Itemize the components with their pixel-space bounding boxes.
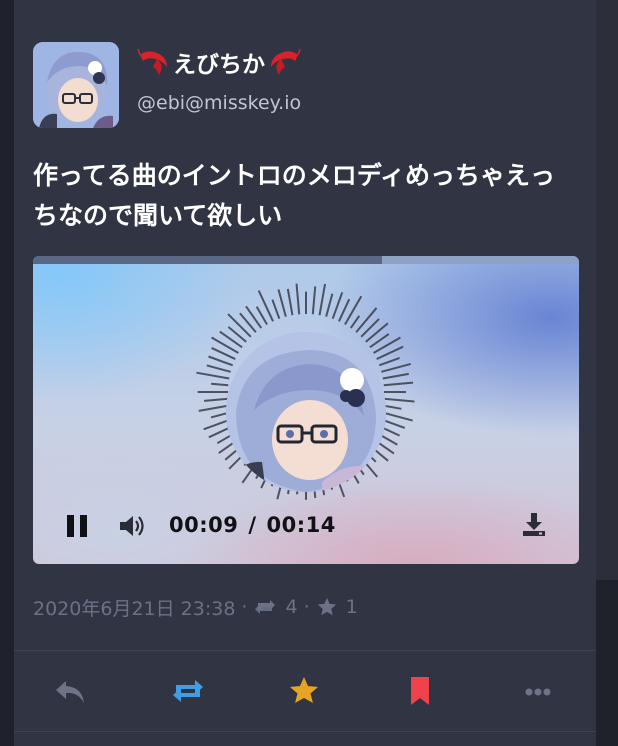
post-meta: 2020年6月21日 23:38 · 4 · 1 xyxy=(33,592,358,622)
visualizer-bar xyxy=(344,295,363,325)
visualizer-bar xyxy=(383,381,414,387)
visualizer-bar xyxy=(355,307,378,333)
visualizer-bar xyxy=(311,286,317,315)
duration: 00:14 xyxy=(266,513,336,537)
display-name-text: えびちか xyxy=(173,52,265,78)
display-name[interactable]: えびちか xyxy=(137,45,301,79)
action-bar xyxy=(14,651,596,731)
more-icon[interactable] xyxy=(520,675,556,707)
pause-icon[interactable] xyxy=(63,512,91,540)
visualizer-bar xyxy=(196,371,230,380)
playback-time: 00:09 / 00:14 xyxy=(169,513,336,537)
visualizer-bar xyxy=(206,364,231,373)
renote-count: 4 xyxy=(285,596,298,618)
visualizer-bar xyxy=(365,322,389,343)
avatar[interactable] xyxy=(33,42,119,128)
visualizer-bar xyxy=(331,291,344,320)
progress-fill xyxy=(33,256,383,264)
visualizer-bar xyxy=(378,356,400,367)
shrimp-emoji-icon xyxy=(271,48,301,75)
star-icon xyxy=(317,597,336,616)
bookmark-icon[interactable] xyxy=(402,675,438,707)
timestamp[interactable]: 2020年6月21日 23:38 xyxy=(33,594,235,621)
favorite-star-icon[interactable] xyxy=(286,675,322,707)
visualizer-bar xyxy=(295,283,301,315)
album-art xyxy=(226,332,386,492)
post-text: 作ってる曲のイントロのメロディめっちゃえっちなので聞いて欲しい xyxy=(33,161,556,230)
progress-bar[interactable] xyxy=(33,256,579,264)
visualizer-bar xyxy=(318,283,327,316)
player-controls: 00:09 / 00:14 xyxy=(33,504,579,544)
right-strip xyxy=(596,0,618,580)
renote-icon xyxy=(255,600,276,614)
visualizer-bar xyxy=(208,355,234,367)
reply-icon[interactable] xyxy=(52,675,88,707)
current-time: 00:09 xyxy=(169,513,239,537)
visualizer-bar xyxy=(227,313,252,338)
visualizer-bar xyxy=(198,404,230,412)
reaction-count: 1 xyxy=(345,596,358,618)
visualizer-bar xyxy=(286,288,294,316)
user-handle[interactable]: @ebi@misskey.io xyxy=(137,92,301,114)
visualizer-bar xyxy=(349,315,361,329)
visualizer-bar xyxy=(277,289,287,317)
visualizer-bar xyxy=(255,306,268,325)
left-gutter xyxy=(0,0,14,746)
time-separator: / xyxy=(248,513,257,537)
visualizer-bar xyxy=(204,397,229,402)
audio-player[interactable]: 00:09 / 00:14 xyxy=(33,256,579,564)
visualizer-bar xyxy=(383,397,415,403)
visualizer-bar xyxy=(381,411,413,422)
visualizer-bar xyxy=(257,290,274,322)
divider xyxy=(14,731,596,732)
renote-icon[interactable] xyxy=(170,675,206,707)
visualizer-bar xyxy=(271,299,281,320)
meta-separator: · xyxy=(303,596,310,618)
visualizer-bar xyxy=(382,372,409,380)
download-icon[interactable] xyxy=(519,509,549,539)
meta-separator: · xyxy=(241,596,248,618)
visualizer-bar xyxy=(381,362,411,373)
volume-icon[interactable] xyxy=(117,512,147,540)
visualizer-bar xyxy=(325,293,334,317)
shrimp-emoji-icon xyxy=(137,48,167,75)
visualizer-bar xyxy=(210,382,229,387)
